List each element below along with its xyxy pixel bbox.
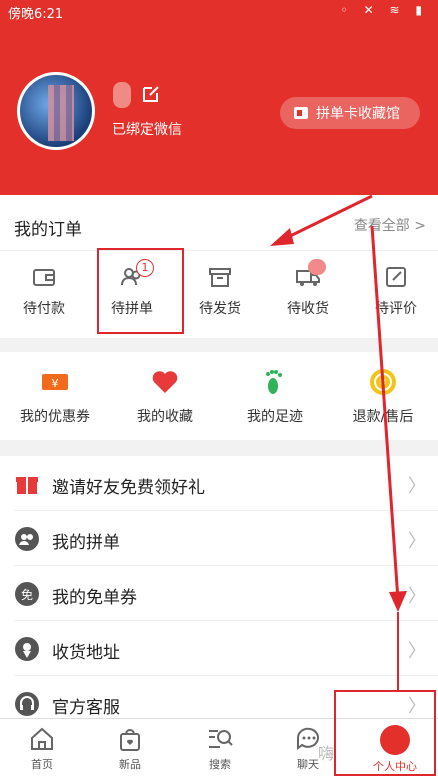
- collect-card-label: 拼单卡收藏馆: [316, 106, 400, 122]
- order-pending-review[interactable]: 待评价: [352, 257, 438, 331]
- collect-card-button[interactable]: 拼单卡收藏馆: [280, 97, 420, 129]
- menu-address[interactable]: 收货地址 〉: [0, 621, 438, 676]
- tab-home[interactable]: 首页: [12, 725, 72, 772]
- profile-header: 傍晚6:21 ◦ ✕ ≋ ▮ 已绑定微信 拼单卡收藏馆: [0, 0, 438, 195]
- menu-my-groups[interactable]: 我的拼单 〉: [0, 511, 438, 566]
- tool-refunds[interactable]: ¥ 退款/售后: [328, 366, 438, 426]
- tab-label: 首页: [31, 758, 53, 771]
- bag-icon: [120, 729, 140, 751]
- menu-label: 邀请好友免费领好礼: [52, 478, 205, 498]
- chevron-right-icon: 〉: [408, 641, 426, 662]
- order-label: 待收货: [287, 301, 329, 317]
- view-all-orders-link[interactable]: 查看全部 >: [354, 215, 426, 235]
- tab-label: 搜索: [209, 758, 231, 771]
- tool-label: 退款/售后: [352, 409, 414, 425]
- tab-new[interactable]: 新品: [100, 725, 160, 772]
- order-pending-payment[interactable]: 待付款: [0, 257, 88, 331]
- footprint-icon: [266, 370, 282, 394]
- status-time: 傍晚6:21: [8, 7, 64, 22]
- location-icon: [15, 637, 39, 661]
- svg-text:¥: ¥: [380, 378, 386, 389]
- username-blurred: [113, 82, 131, 108]
- order-pending-receipt[interactable]: 待收货: [264, 257, 352, 331]
- svg-text:¥: ¥: [52, 377, 59, 390]
- tools-section: ¥ 我的优惠券 我的收藏 我的足迹 ¥ 退款/售后: [0, 352, 438, 440]
- gift-icon: [16, 477, 38, 494]
- menu-list: 邀请好友免费领好礼 〉 我的拼单 〉 免 我的免单券 〉 收货地址 〉 官方客服…: [0, 456, 438, 726]
- menu-free-coupons[interactable]: 免 我的免单券 〉: [0, 566, 438, 621]
- tool-footprints[interactable]: 我的足迹: [220, 366, 330, 426]
- tool-coupons[interactable]: ¥ 我的优惠券: [0, 366, 110, 426]
- search-icon: [209, 730, 233, 748]
- wechat-bound-text: 已绑定微信: [112, 122, 182, 138]
- edit-name-icon[interactable]: [141, 84, 161, 104]
- orders-title: 我的订单: [14, 220, 82, 240]
- menu-invite-friends[interactable]: 邀请好友免费领好礼 〉: [0, 456, 438, 511]
- avatar[interactable]: [17, 72, 95, 150]
- status-icons: ◦ ✕ ≋ ▮: [340, 3, 428, 17]
- headset-icon: [15, 692, 39, 716]
- wallet-icon: [33, 269, 55, 286]
- order-pending-shipment[interactable]: 待发货: [176, 257, 264, 331]
- my-orders-section: 我的订单 查看全部 > 待付款 1 待拼单 待发货 待收货 待评价: [0, 195, 438, 338]
- menu-label: 我的拼单: [52, 533, 120, 553]
- edit-icon: [386, 267, 406, 287]
- group-icon: [15, 527, 39, 551]
- tool-label: 我的收藏: [137, 409, 193, 425]
- menu-label: 收货地址: [52, 643, 120, 663]
- highlight-box-profile-tab: [334, 690, 436, 776]
- home-icon: [31, 727, 53, 750]
- order-label: 待付款: [23, 301, 65, 317]
- free-coupon-icon: 免: [15, 582, 39, 606]
- chevron-right-icon: 〉: [408, 476, 426, 497]
- order-label: 待发货: [199, 301, 241, 317]
- pending-receipt-badge: [308, 259, 326, 275]
- highlight-box-pending-group: [97, 248, 184, 334]
- tool-label: 我的优惠券: [20, 409, 90, 425]
- tab-label: 新品: [119, 758, 141, 771]
- svg-text:免: 免: [21, 587, 33, 602]
- coupon-icon: ¥: [42, 374, 68, 390]
- box-icon: [209, 268, 231, 287]
- watermark: 嗨: [318, 744, 337, 763]
- menu-label: 官方客服: [52, 698, 120, 718]
- tool-favorites[interactable]: 我的收藏: [110, 366, 220, 426]
- refund-icon: ¥: [370, 369, 396, 395]
- heart-icon: [152, 371, 178, 393]
- order-label: 待评价: [375, 301, 417, 317]
- card-icon: [294, 107, 308, 119]
- chevron-right-icon: 〉: [408, 586, 426, 607]
- menu-label: 我的免单券: [52, 588, 137, 608]
- status-bar: 傍晚6:21 ◦ ✕ ≋ ▮: [0, 0, 438, 24]
- chevron-right-icon: 〉: [408, 531, 426, 552]
- tab-search[interactable]: 搜索: [190, 725, 250, 772]
- tool-label: 我的足迹: [247, 409, 303, 425]
